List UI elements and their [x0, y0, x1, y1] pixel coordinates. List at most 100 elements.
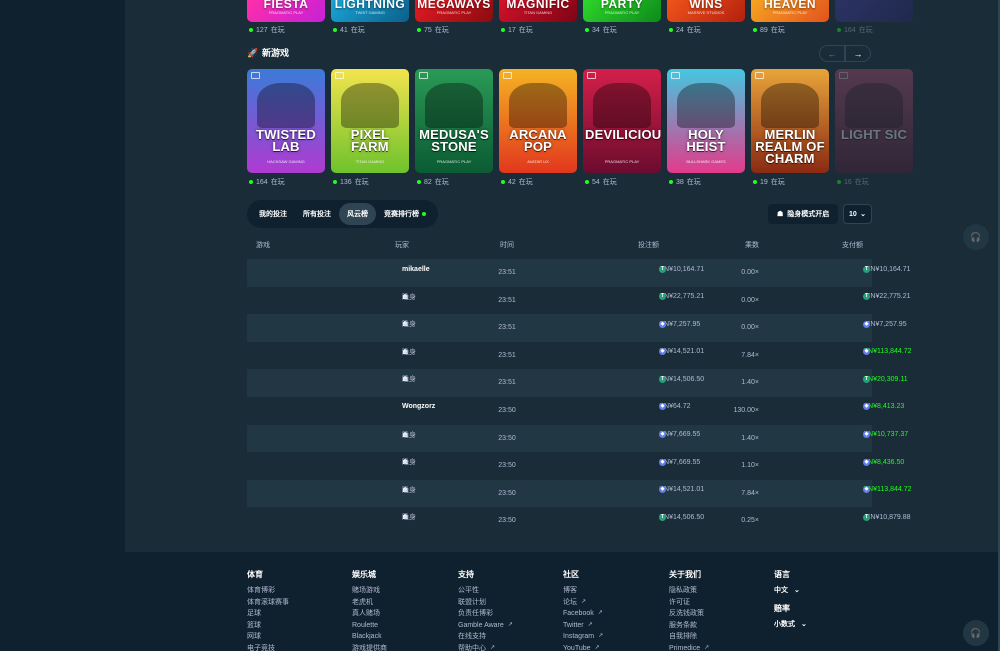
new-game-card[interactable]: HOLY HEIST BULLSHARK GAMES — [667, 69, 745, 173]
online-count-value: 82 — [424, 178, 432, 186]
new-game-provider: TITAN GAMING — [355, 159, 385, 164]
footer-link[interactable]: 论坛 ↗ — [563, 597, 603, 609]
footer-link-label: Roulette — [352, 621, 379, 629]
footer-link[interactable]: 游戏提供商 — [352, 643, 387, 651]
row-player-name: 隐身 — [402, 459, 416, 467]
new-game-provider: PRAGMATIC PLAY — [604, 159, 640, 164]
footer-link[interactable]: 电子竞技 — [247, 643, 289, 651]
footer-column: 社区 博客 论坛 ↗ Facebook ↗ Twitter ↗ Instagram ↗ YouTub… — [563, 569, 603, 651]
footer-link-label: 电子竞技 — [247, 644, 275, 651]
online-count-value: 34 — [592, 26, 600, 34]
top-game-card[interactable]: LIGHTNING TWIST GAMING — [331, 0, 409, 22]
top-game-online-count: 75 在玩 — [417, 25, 449, 35]
new-game-title: PIXEL FARM — [350, 127, 390, 154]
footer-link[interactable]: Instagram ↗ — [563, 631, 603, 643]
online-suffix: 在玩 — [770, 27, 785, 34]
footer-link[interactable]: 足球 — [247, 608, 289, 620]
live-support-button-bottom[interactable]: 🎧 — [963, 620, 989, 646]
top-game-card[interactable] — [835, 0, 913, 22]
footer-link[interactable]: Gamble Aware ↗ — [458, 620, 513, 632]
footer-link-label: 隐私政策 — [669, 587, 697, 594]
footer-link[interactable]: 自我排除 — [669, 631, 709, 643]
new-game-card[interactable]: LIGHT SIC — [835, 69, 913, 173]
new-game-card[interactable]: MERLIN REALM OF CHARM PLAY'N GO — [751, 69, 829, 173]
stealth-mode-button[interactable]: ☗ 隐身模式开启 — [768, 204, 839, 224]
footer-link[interactable]: 许可证 — [669, 597, 709, 609]
new-game-card[interactable]: PIXEL FARM TITAN GAMING — [331, 69, 409, 173]
top-game-card[interactable]: MEGAWAYS PRAGMATIC PLAY — [415, 0, 493, 22]
ghost-icon: ☗ — [777, 211, 784, 218]
footer-link[interactable]: Blackjack — [352, 631, 387, 643]
footer-link[interactable]: 老虎机 — [352, 597, 387, 609]
table-row[interactable]: ☝Lucky 6 Roulette☗隐身23:51CN¥22,775.21T0.… — [247, 287, 910, 315]
carousel-next-button[interactable]: → — [845, 45, 871, 62]
footer-link[interactable]: Roulette — [352, 620, 387, 632]
footer-link[interactable]: 网球 — [247, 631, 289, 643]
language-select[interactable]: 中文 ⌄ — [774, 585, 807, 595]
footer-link[interactable]: Twitter ↗ — [563, 620, 603, 632]
left-gutter — [0, 0, 125, 651]
table-row[interactable]: ⁂Fruit Party☗隐身23:50CN¥14,506.50T0.25×-C… — [247, 507, 910, 535]
row-multiplier: 1.40× — [741, 434, 759, 442]
new-game-card[interactable]: ARCANA POP AVATAR UX — [499, 69, 577, 173]
live-support-button[interactable]: 🎧 — [963, 224, 989, 250]
table-row[interactable]: ◩Slide☗隐身23:50CN¥7,669.55◆1.10×CN¥8,436.… — [247, 452, 904, 480]
footer-link[interactable]: 体育博彩 — [247, 585, 289, 597]
table-row[interactable]: ⁂Fruit Party☗隐身23:51CN¥14,506.50T1.40×CN… — [247, 369, 908, 397]
table-row[interactable]: 🎧Salon Privé Blackjack...mikaelle23:51CN… — [247, 259, 910, 287]
footer-link[interactable]: 帮助中心 ↗ — [458, 643, 513, 651]
table-row[interactable]: △PlinkoWongzorz23:50CN¥64.72◆130.00×CN¥8… — [247, 397, 904, 425]
table-row[interactable]: ⁂Zeus vs Hades: Gods ...☗隐身23:51CN¥7,257… — [247, 314, 907, 342]
top-game-online-count: 24 在玩 — [669, 25, 701, 35]
eth-coin-icon: ◆ — [863, 320, 870, 328]
online-suffix: 在玩 — [602, 179, 617, 186]
footer-link[interactable]: 赌场游戏 — [352, 585, 387, 597]
table-row[interactable]: ◩Slide☗隐身23:50CN¥7,669.55◆1.40×CN¥10,737… — [247, 424, 908, 453]
rows-count-select[interactable]: 10 ⌄ — [843, 204, 872, 224]
footer-link[interactable]: Primedice ↗ — [669, 643, 709, 651]
footer-link[interactable]: 篮球 — [247, 620, 289, 632]
footer-link[interactable]: 在线支持 — [458, 631, 513, 643]
new-game-card[interactable]: MEDUSA'S STONE PRAGMATIC PLAY — [415, 69, 493, 173]
external-link-icon: ↗ — [598, 633, 604, 639]
top-game-card[interactable]: MAGNIFIC TITAN GAMING — [499, 0, 577, 22]
new-game-card[interactable]: TWISTED LAB HACKSAW GAMING — [247, 69, 325, 173]
footer-link[interactable]: 真人赌场 — [352, 608, 387, 620]
top-game-card[interactable]: FIESTA PRAGMATIC PLAY — [247, 0, 325, 22]
footer-link[interactable]: 博客 — [563, 585, 603, 597]
game-art — [509, 83, 567, 128]
footer-link[interactable]: 负责任博彩 — [458, 608, 513, 620]
footer-link-label: 博客 — [563, 587, 577, 594]
tab-0[interactable]: 我的投注 — [251, 203, 295, 225]
footer-link[interactable]: 公平性 — [458, 585, 513, 597]
headset-icon: 🎧 — [970, 231, 982, 242]
footer-link[interactable]: 联盟计划 — [458, 597, 513, 609]
odds-select[interactable]: 小数式 ⌄ — [774, 619, 807, 629]
top-game-card[interactable]: HEAVEN PRAGMATIC PLAY — [751, 0, 829, 22]
footer-link[interactable]: YouTube ↗ — [563, 643, 603, 651]
row-time: 23:50 — [498, 434, 516, 442]
footer-link[interactable]: 服务条款 — [669, 620, 709, 632]
top-game-card[interactable]: WINS MASSIVE STUDIOS — [667, 0, 745, 22]
row-time: 23:51 — [498, 269, 516, 276]
tab-1[interactable]: 所有投注 — [295, 203, 339, 225]
footer-settings: 语言 中文 ⌄ 赔率 小数式 ⌄ — [774, 569, 807, 637]
headset-icon: 🎧 — [970, 627, 982, 638]
table-row[interactable]: ⁂Dragon Tower☗隐身23:51CN¥14,521.01◆7.84×C… — [247, 342, 912, 370]
table-row[interactable]: ⁂Dragon Tower☗隐身23:50CN¥14,521.01◆7.84×C… — [247, 479, 912, 508]
bets-tabs: 我的投注 所有投注 风云榜 竞赛排行榜 — [247, 200, 438, 228]
tab-2[interactable]: 风云榜 — [339, 203, 376, 225]
new-game-card[interactable]: DEVILICIOUS PRAGMATIC PLAY — [583, 69, 661, 173]
online-count-value: 19 — [760, 178, 768, 186]
new-game-title: ARCANA POP — [509, 127, 567, 154]
footer-link[interactable]: 隐私政策 — [669, 585, 709, 597]
carousel-prev-button[interactable]: ← — [819, 45, 845, 62]
footer-link[interactable]: 体育滚球赛事 — [247, 597, 289, 609]
online-dot-icon — [501, 28, 505, 32]
top-game-card[interactable]: PARTY PRAGMATIC PLAY — [583, 0, 661, 22]
footer-link-label: 联盟计划 — [458, 598, 486, 606]
footer-link[interactable]: 反洗钱政策 — [669, 608, 709, 620]
footer-link[interactable]: Facebook ↗ — [563, 608, 603, 620]
tab-3[interactable]: 竞赛排行榜 — [376, 203, 434, 225]
footer-link-label: Facebook — [563, 610, 594, 617]
